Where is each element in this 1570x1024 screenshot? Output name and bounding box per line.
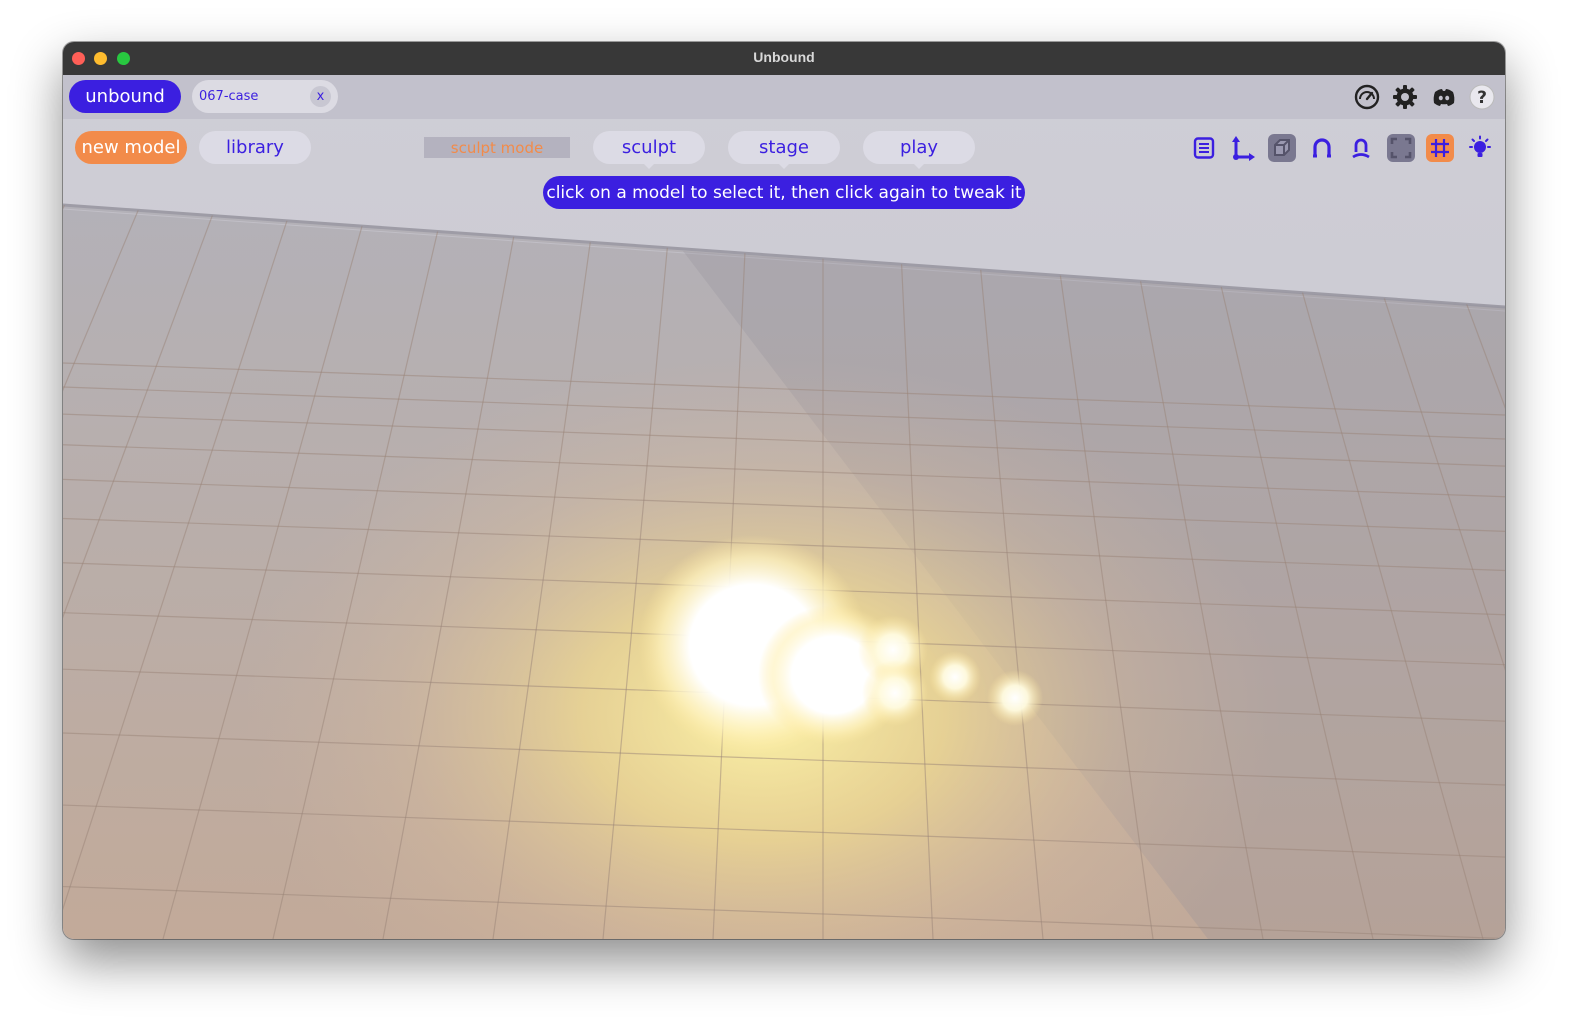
grid-icon[interactable] bbox=[1426, 134, 1454, 162]
magnet-snap-icon[interactable] bbox=[1308, 134, 1336, 162]
new-model-button[interactable]: new model bbox=[75, 131, 187, 164]
speedometer-icon[interactable] bbox=[1352, 82, 1382, 112]
axes-gizmo-icon[interactable] bbox=[1229, 134, 1257, 162]
stage-mode-button[interactable]: stage bbox=[728, 131, 840, 169]
sculpt-mode-button[interactable]: sculpt bbox=[593, 131, 705, 169]
help-icon[interactable]: ? bbox=[1467, 82, 1497, 112]
cube-view-icon[interactable] bbox=[1268, 134, 1296, 162]
top-bar: unbound 067-case x ? bbox=[63, 75, 1505, 119]
file-tab[interactable]: 067-case x bbox=[192, 80, 338, 113]
toolbar: new model library sculpt mode sculpt sta… bbox=[63, 119, 1505, 174]
app-window: Unbound unbound 067-case x ? new model l… bbox=[63, 42, 1505, 939]
frame-fullscreen-icon[interactable] bbox=[1387, 134, 1415, 162]
title-bar: Unbound bbox=[63, 42, 1505, 76]
window-title: Unbound bbox=[753, 49, 815, 65]
app-menu-button[interactable]: unbound bbox=[69, 80, 181, 113]
hint-tooltip: click on a model to select it, then clic… bbox=[543, 176, 1025, 209]
play-mode-button[interactable]: play bbox=[863, 131, 975, 169]
attach-icon[interactable] bbox=[1347, 134, 1375, 162]
library-button[interactable]: library bbox=[199, 131, 311, 164]
close-file-tab-button[interactable]: x bbox=[310, 86, 331, 107]
settings-gear-icon[interactable] bbox=[1390, 82, 1420, 112]
light-icon[interactable] bbox=[1466, 134, 1494, 162]
svg-text:?: ? bbox=[1477, 88, 1487, 108]
current-mode-label: sculpt mode bbox=[424, 137, 570, 158]
discord-icon[interactable] bbox=[1429, 82, 1459, 112]
properties-panel-icon[interactable] bbox=[1190, 134, 1218, 162]
file-tab-name: 067-case bbox=[199, 89, 259, 104]
